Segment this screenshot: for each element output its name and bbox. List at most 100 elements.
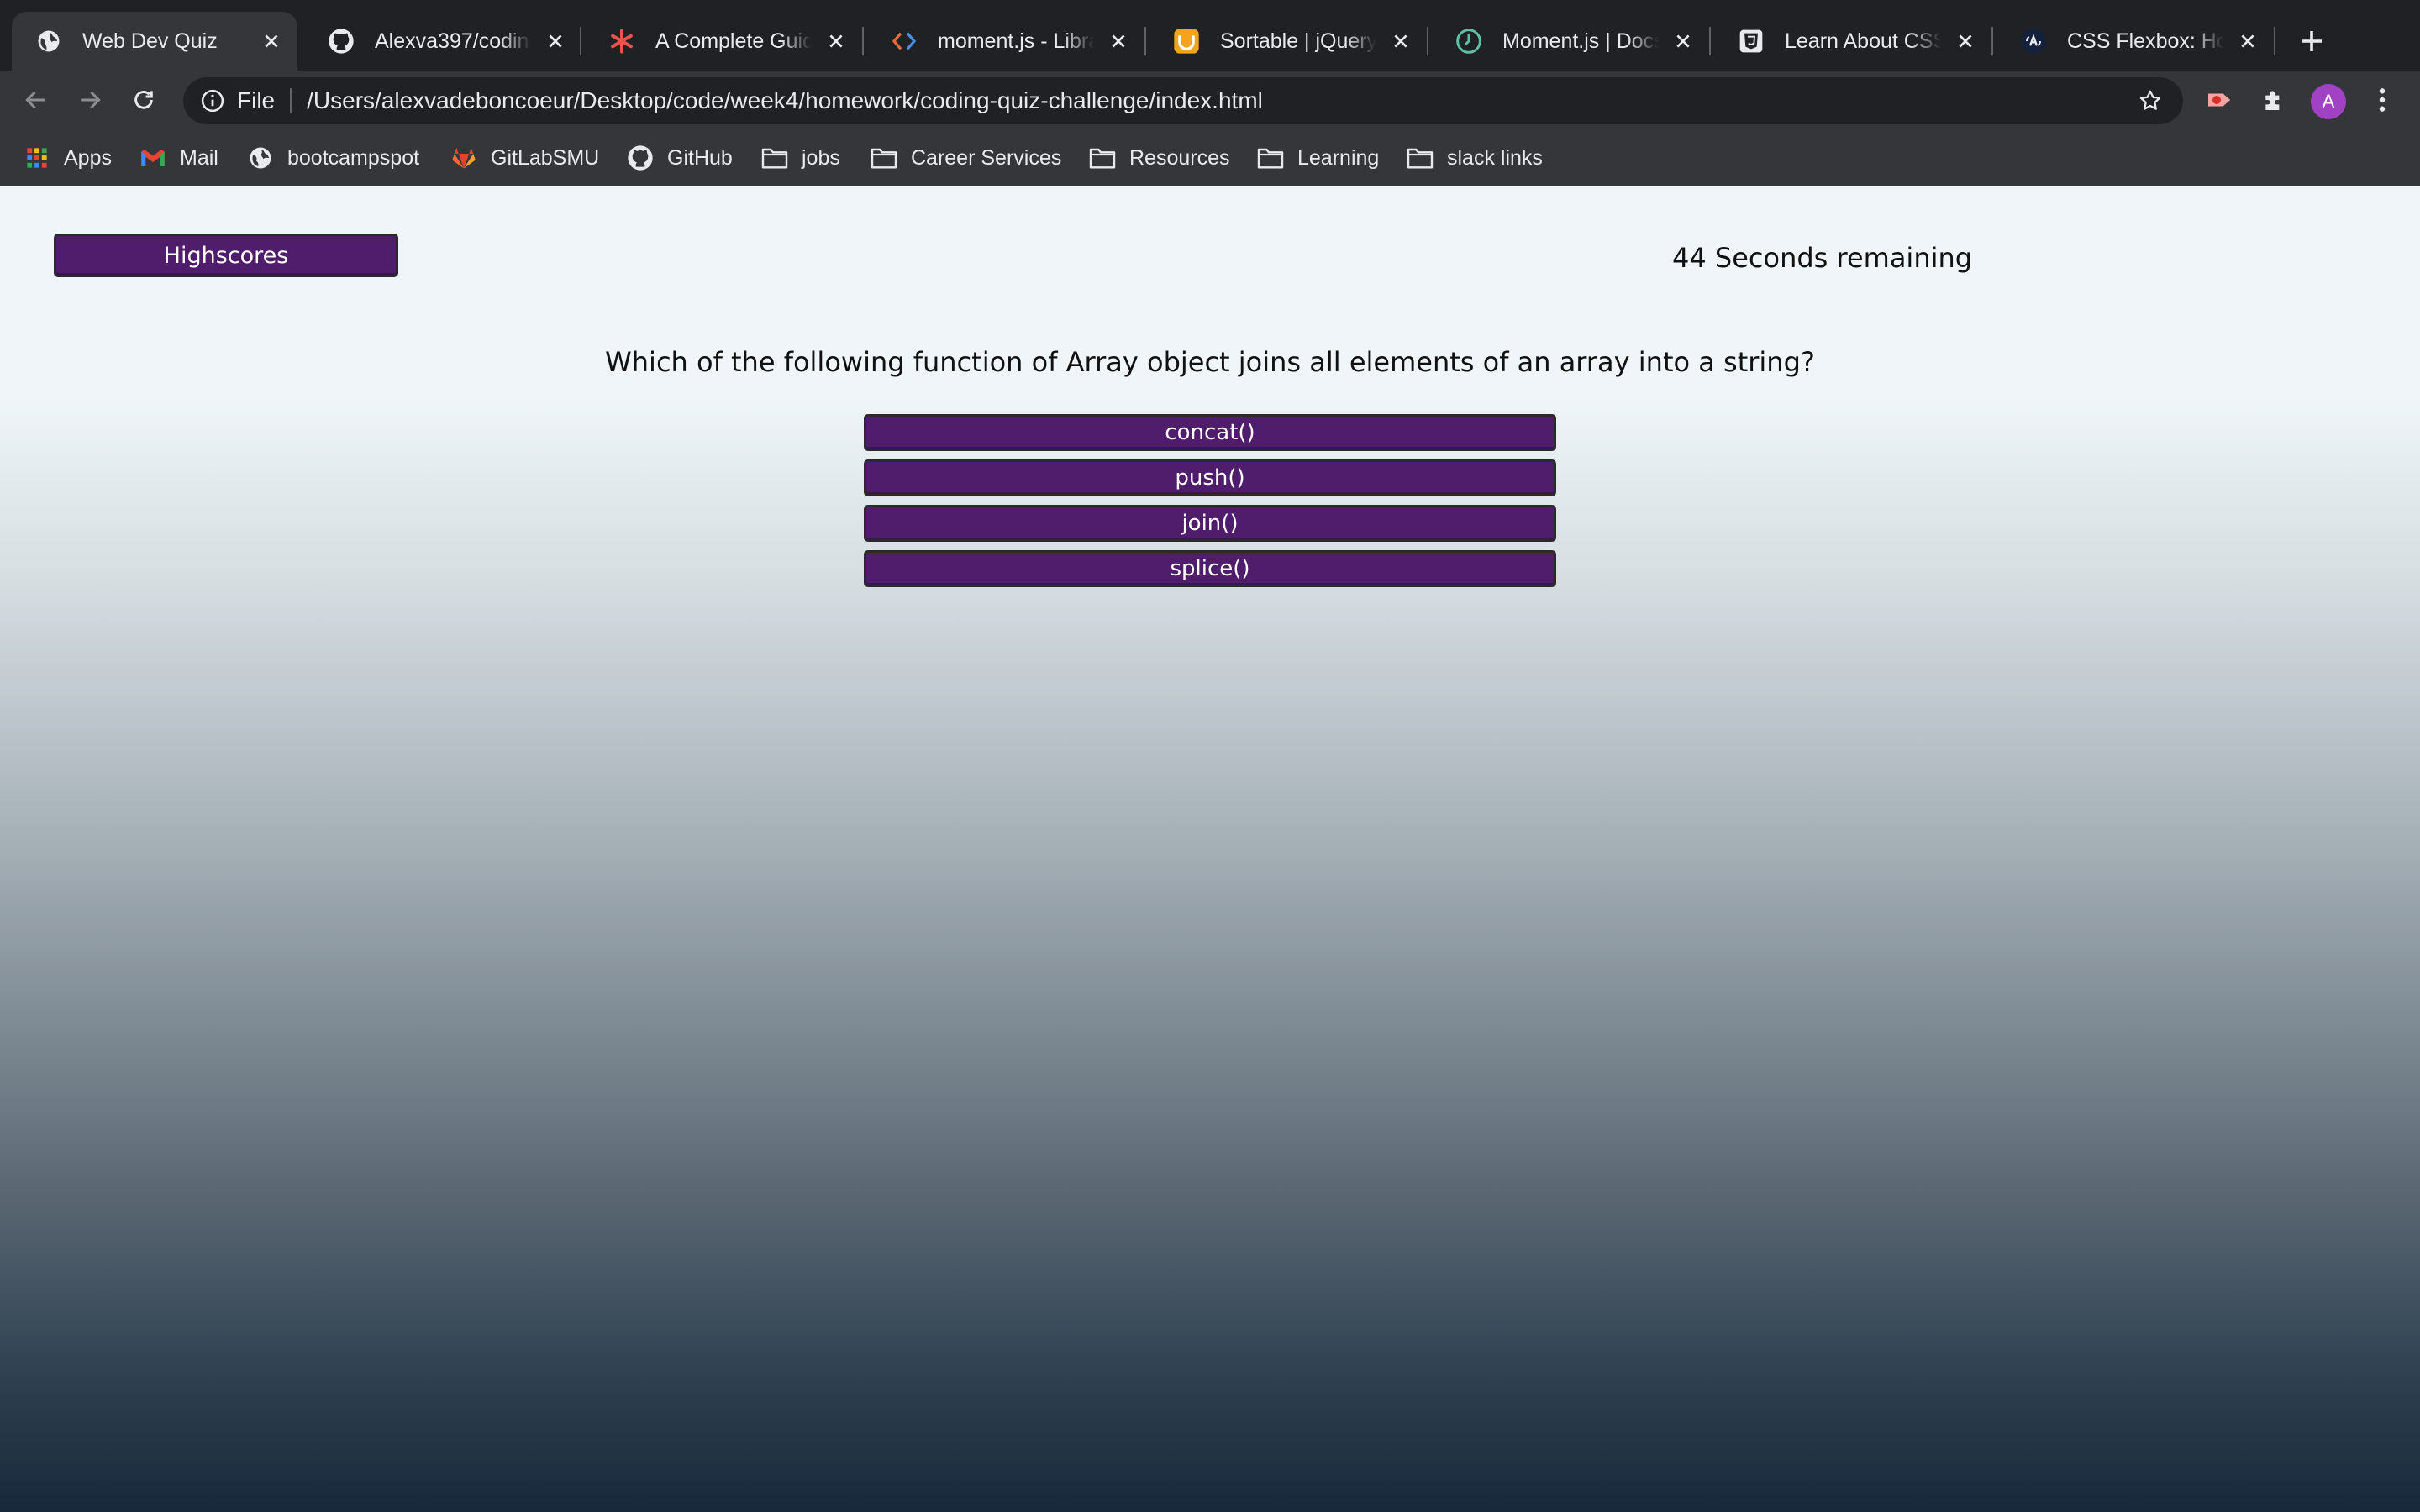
bookmark-gitlabsmu[interactable]: GitLabSMU bbox=[450, 141, 599, 175]
puzzle-icon bbox=[2265, 91, 2280, 110]
quiz-page: Highscores 44 Seconds remaining Which of… bbox=[0, 186, 2420, 1512]
tab-separator bbox=[1991, 27, 1993, 55]
tab-sortable-jquery[interactable]: Sortable | jQuery U bbox=[1150, 12, 1427, 71]
bookmark-label: bootcampspot bbox=[287, 145, 420, 170]
tab-title: moment.js - Librar bbox=[938, 29, 1094, 53]
close-icon[interactable] bbox=[1388, 29, 1413, 54]
bookmark-github[interactable]: GitHub bbox=[627, 141, 733, 175]
globe-icon bbox=[247, 144, 274, 171]
forward-button[interactable] bbox=[71, 81, 109, 119]
tab-title: Moment.js | Docs bbox=[1502, 29, 1659, 53]
jquery-ui-icon bbox=[1173, 28, 1200, 55]
tab-separator bbox=[1427, 27, 1428, 55]
info-icon[interactable] bbox=[198, 87, 227, 115]
bookmark-label: Mail bbox=[180, 145, 218, 170]
tab-strip: Web Dev Quiz Alexva397/coding A Complete… bbox=[0, 0, 2420, 71]
tab-separator bbox=[1144, 27, 1146, 55]
asterisk-icon bbox=[608, 28, 635, 55]
close-icon[interactable] bbox=[1953, 29, 1978, 54]
folder-icon bbox=[1089, 144, 1116, 171]
menu-button[interactable] bbox=[2363, 81, 2402, 119]
address-bar[interactable]: File /Users/alexvadeboncoeur/Desktop/cod… bbox=[183, 77, 2183, 124]
answer-button[interactable]: concat() bbox=[864, 414, 1556, 451]
tab-separator bbox=[1709, 27, 1711, 55]
close-icon[interactable] bbox=[259, 29, 284, 54]
tab-title: Learn About CSS I bbox=[1785, 29, 1941, 53]
tab-separator bbox=[580, 27, 581, 55]
bookmark-label: Apps bbox=[64, 145, 112, 170]
extensions-button[interactable] bbox=[2255, 81, 2294, 119]
close-icon[interactable] bbox=[823, 29, 849, 54]
bookmark-label: Learning bbox=[1297, 145, 1380, 170]
folder-icon bbox=[871, 144, 897, 171]
tab-separator bbox=[2274, 27, 2275, 55]
clock-icon bbox=[1455, 28, 1482, 55]
bookmark-folder-learning[interactable]: Learning bbox=[1257, 141, 1379, 175]
bookmark-label: GitHub bbox=[667, 145, 733, 170]
tab-web-dev-quiz[interactable]: Web Dev Quiz bbox=[12, 12, 297, 71]
apps-grid-icon bbox=[24, 144, 50, 171]
bookmark-bootcampspot[interactable]: bootcampspot bbox=[247, 141, 419, 175]
folder-icon bbox=[761, 144, 788, 171]
tab-title: A Complete Guide bbox=[655, 29, 812, 53]
tab-learn-css[interactable]: Learn About CSS I bbox=[1714, 12, 1991, 71]
url-scheme-label: File bbox=[237, 87, 276, 113]
folder-icon bbox=[1257, 144, 1284, 171]
tab-css-flexbox[interactable]: CSS Flexbox: How bbox=[1996, 12, 2274, 71]
kebab-menu-icon bbox=[2379, 88, 2386, 112]
bookmark-label: Career Services bbox=[911, 145, 1062, 170]
back-button[interactable] bbox=[17, 81, 55, 119]
close-icon[interactable] bbox=[543, 29, 568, 54]
question-text: Which of the following function of Array… bbox=[605, 346, 1815, 378]
reload-icon bbox=[134, 91, 153, 109]
github-icon bbox=[328, 28, 355, 55]
github-icon bbox=[627, 144, 654, 171]
close-icon[interactable] bbox=[1670, 29, 1696, 54]
bookmark-folder-career-services[interactable]: Career Services bbox=[871, 141, 1061, 175]
reload-button[interactable] bbox=[124, 81, 163, 119]
css-badge-icon bbox=[1738, 28, 1765, 55]
browser-toolbar: File /Users/alexvadeboncoeur/Desktop/cod… bbox=[0, 71, 2420, 129]
url-text[interactable]: /Users/alexvadeboncoeur/Desktop/code/wee… bbox=[307, 87, 1263, 114]
tab-title: Alexva397/coding bbox=[375, 29, 531, 53]
tab-complete-guide[interactable]: A Complete Guide bbox=[585, 12, 862, 71]
bookmark-label: GitLabSMU bbox=[491, 145, 600, 170]
code-brackets-icon bbox=[891, 28, 918, 55]
profile-avatar[interactable]: A bbox=[2311, 84, 2346, 119]
folder-icon bbox=[1407, 144, 1434, 171]
answer-button[interactable]: join() bbox=[864, 505, 1556, 542]
bookmark-folder-jobs[interactable]: jobs bbox=[761, 141, 840, 175]
bookmark-folder-resources[interactable]: Resources bbox=[1089, 141, 1230, 175]
timer-text: 44 Seconds remaining bbox=[1672, 242, 1973, 274]
bookmark-mail[interactable]: Mail bbox=[139, 141, 218, 175]
answer-list: concat() push() join() splice() bbox=[864, 414, 1556, 596]
gmail-icon bbox=[139, 144, 166, 171]
bookmark-label: slack links bbox=[1447, 145, 1543, 170]
video-record-icon bbox=[2208, 93, 2231, 107]
ka-logo-icon bbox=[2020, 28, 2047, 55]
bookmark-label: jobs bbox=[802, 145, 840, 170]
answer-button[interactable]: splice() bbox=[864, 550, 1556, 587]
close-icon[interactable] bbox=[2235, 29, 2260, 54]
gitlab-icon bbox=[450, 144, 477, 171]
arrow-right-icon bbox=[81, 91, 101, 109]
bookmark-label: Resources bbox=[1129, 145, 1230, 170]
omnibox-divider bbox=[290, 88, 292, 113]
answer-button[interactable]: push() bbox=[864, 459, 1556, 496]
close-icon[interactable] bbox=[1106, 29, 1131, 54]
bookmarks-bar: Apps Mail bootcampspot GitLabSMU GitHub … bbox=[0, 129, 2420, 186]
tab-title: CSS Flexbox: How bbox=[2067, 29, 2223, 53]
highscores-button[interactable]: Highscores bbox=[54, 234, 398, 277]
bookmark-apps[interactable]: Apps bbox=[24, 141, 112, 175]
bookmark-folder-slack-links[interactable]: slack links bbox=[1407, 141, 1543, 175]
tab-momentjs-docs[interactable]: Moment.js | Docs bbox=[1432, 12, 1709, 71]
tab-title: Sortable | jQuery U bbox=[1220, 29, 1376, 53]
plus-icon bbox=[2302, 31, 2322, 51]
screencast-extension-button[interactable] bbox=[2202, 81, 2240, 119]
tab-separator bbox=[862, 27, 864, 55]
new-tab-button[interactable] bbox=[2296, 25, 2328, 57]
arrow-left-icon bbox=[25, 91, 45, 109]
star-icon[interactable] bbox=[2136, 87, 2165, 115]
tab-momentjs-library[interactable]: moment.js - Librar bbox=[867, 12, 1144, 71]
tab-github-alexva[interactable]: Alexva397/coding bbox=[304, 12, 581, 71]
